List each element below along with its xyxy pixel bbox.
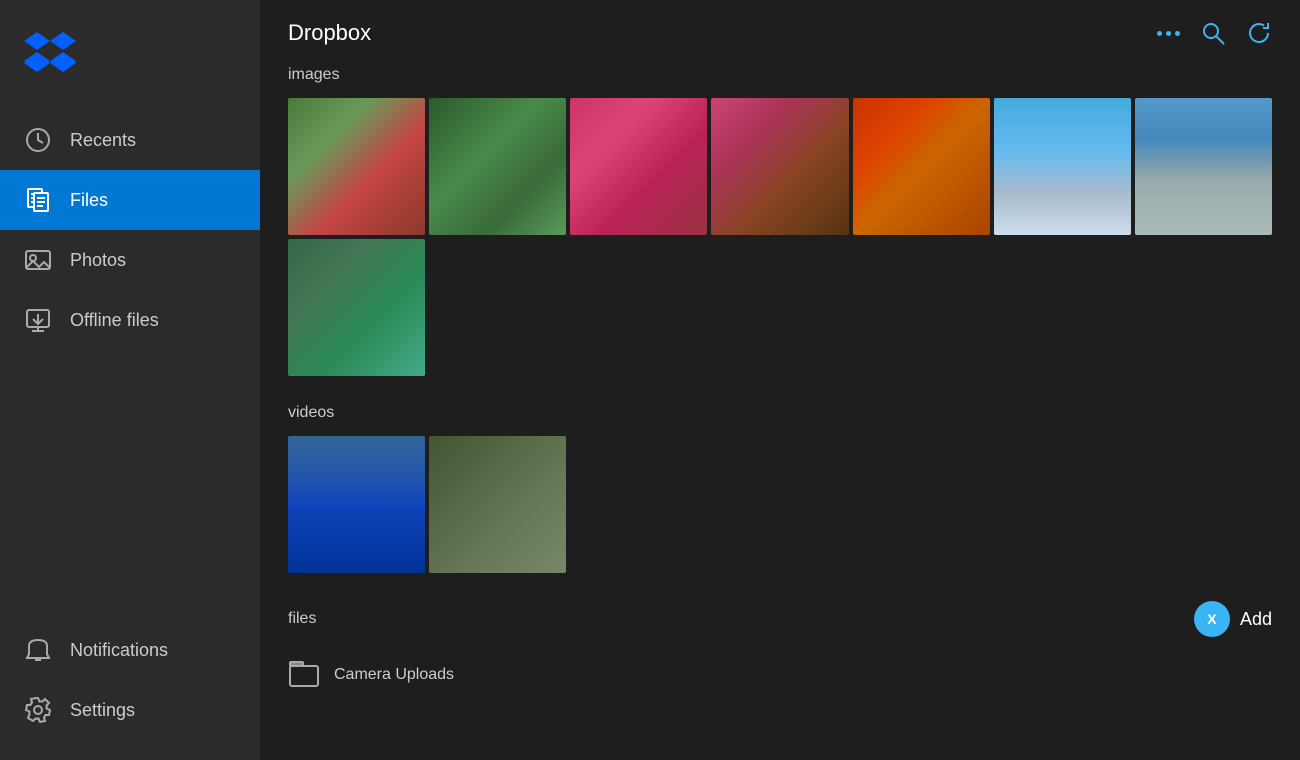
images-section: images <box>288 66 1272 376</box>
sidebar-item-photos[interactable]: Photos <box>0 230 260 290</box>
sidebar-item-offline[interactable]: Offline files <box>0 290 260 350</box>
app-logo <box>0 0 260 110</box>
video-thumb-1[interactable] <box>288 436 425 573</box>
file-item-camera-uploads[interactable]: Camera Uploads <box>288 649 1272 701</box>
image-thumb-4[interactable] <box>711 98 848 235</box>
sidebar-item-offline-label: Offline files <box>70 310 159 331</box>
video-empty-5 <box>1135 436 1272 573</box>
image-empty-5 <box>994 239 1131 376</box>
sidebar-item-recents-label: Recents <box>70 130 136 151</box>
sidebar-item-files-label: Files <box>70 190 108 211</box>
refresh-button[interactable] <box>1246 20 1272 46</box>
search-icon <box>1200 20 1226 46</box>
videos-label: videos <box>288 404 1272 422</box>
add-circle-icon: X <box>1194 601 1230 637</box>
image-empty-2 <box>570 239 707 376</box>
sidebar-item-settings[interactable]: Settings <box>0 680 260 740</box>
files-section: files X Add Camera Uploads <box>288 601 1272 701</box>
image-thumb-3[interactable] <box>570 98 707 235</box>
video-thumb-2[interactable] <box>429 436 566 573</box>
image-thumb-1[interactable] <box>288 98 425 235</box>
image-thumb-6[interactable] <box>994 98 1131 235</box>
image-thumb-8[interactable] <box>288 239 425 376</box>
video-grid <box>288 436 1272 573</box>
search-button[interactable] <box>1200 20 1226 46</box>
video-empty-1 <box>570 436 707 573</box>
image-grid-row1 <box>288 98 1272 235</box>
add-label: Add <box>1240 609 1272 630</box>
sidebar-nav: Recents Files Photos <box>0 110 260 620</box>
sidebar-bottom: Notifications Settings <box>0 620 260 760</box>
settings-icon <box>24 696 52 724</box>
sidebar-item-photos-label: Photos <box>70 250 126 271</box>
folder-icon <box>288 659 320 691</box>
add-x-label: X <box>1207 611 1216 627</box>
image-thumb-5[interactable] <box>853 98 990 235</box>
notifications-icon <box>24 636 52 664</box>
video-empty-3 <box>853 436 990 573</box>
image-empty-3 <box>711 239 848 376</box>
videos-section: videos <box>288 404 1272 573</box>
main-area: Dropbox <box>260 0 1300 760</box>
clock-icon <box>24 126 52 154</box>
sidebar-item-notifications[interactable]: Notifications <box>0 620 260 680</box>
main-header: Dropbox <box>260 0 1300 62</box>
image-empty-1 <box>429 239 566 376</box>
image-empty-4 <box>853 239 990 376</box>
files-label: files <box>288 610 316 628</box>
add-button[interactable]: X Add <box>1194 601 1272 637</box>
image-thumb-7[interactable] <box>1135 98 1272 235</box>
page-title: Dropbox <box>288 20 371 46</box>
main-content: images <box>260 62 1300 760</box>
sidebar-item-files[interactable]: Files <box>0 170 260 230</box>
image-grid-row2 <box>288 239 1272 376</box>
files-icon <box>24 186 52 214</box>
sidebar-item-notifications-label: Notifications <box>70 640 168 661</box>
header-actions <box>1157 20 1272 46</box>
sidebar-item-recents[interactable]: Recents <box>0 110 260 170</box>
offline-icon <box>24 306 52 334</box>
image-thumb-2[interactable] <box>429 98 566 235</box>
more-options-button[interactable] <box>1157 31 1180 36</box>
sidebar-item-settings-label: Settings <box>70 700 135 721</box>
refresh-icon <box>1246 20 1272 46</box>
sidebar: Recents Files Photos <box>0 0 260 760</box>
dropbox-logo-icon <box>24 28 76 80</box>
photos-icon <box>24 246 52 274</box>
image-empty-6 <box>1135 239 1272 376</box>
images-label: images <box>288 66 1272 84</box>
video-empty-2 <box>711 436 848 573</box>
files-header: files X Add <box>288 601 1272 637</box>
camera-uploads-label: Camera Uploads <box>334 666 454 684</box>
video-empty-4 <box>994 436 1131 573</box>
more-icon <box>1157 31 1180 36</box>
